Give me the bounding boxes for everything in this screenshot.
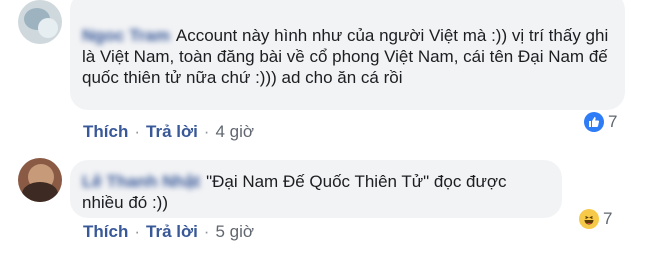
haha-icon bbox=[579, 209, 599, 229]
reaction-count: 7 bbox=[603, 209, 613, 228]
separator-dot: · bbox=[134, 222, 141, 241]
comment-actions: Thích · Trả lời · 4 giờ bbox=[83, 122, 254, 142]
commenter-avatar[interactable] bbox=[18, 0, 62, 44]
separator-dot: · bbox=[134, 122, 141, 141]
comment-timestamp[interactable]: 5 giờ bbox=[215, 222, 254, 242]
like-link[interactable]: Thích bbox=[83, 222, 128, 242]
like-link[interactable]: Thích bbox=[83, 122, 128, 142]
comment-actions: Thích · Trả lời · 5 giờ bbox=[83, 222, 254, 242]
comment-author[interactable]: Ngoc Tram bbox=[82, 25, 170, 46]
comment-timestamp[interactable]: 4 giờ bbox=[215, 122, 254, 142]
separator-dot: · bbox=[203, 122, 210, 141]
reaction-count: 7 bbox=[608, 112, 618, 131]
reply-link[interactable]: Trả lời bbox=[146, 122, 198, 142]
commenter-avatar[interactable] bbox=[18, 158, 62, 202]
like-icon bbox=[584, 112, 604, 132]
comment-author[interactable]: Lê Thanh Nhật bbox=[82, 171, 200, 192]
comment-bubble: Ngoc Tram Account này hình như của người … bbox=[70, 0, 625, 110]
reaction-summary[interactable]: 7 bbox=[580, 110, 622, 134]
comment-bubble: Lê Thanh Nhật "Đại Nam Đế Quốc Thiên Tử" … bbox=[70, 160, 562, 218]
reaction-summary[interactable]: 7 bbox=[575, 207, 617, 231]
separator-dot: · bbox=[203, 222, 210, 241]
reply-link[interactable]: Trả lời bbox=[146, 222, 198, 242]
